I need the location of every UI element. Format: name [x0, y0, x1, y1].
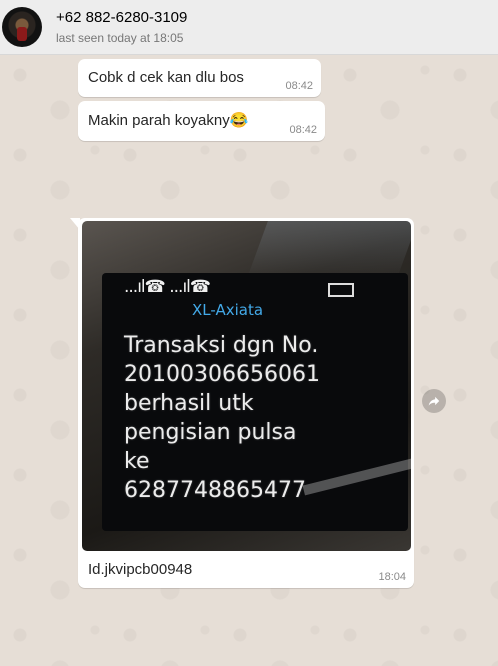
operator-name: XL-Axiata	[192, 301, 264, 319]
photo-caption: Id.jkvipcb00948	[88, 561, 193, 578]
contact-avatar[interactable]	[2, 7, 42, 47]
image-message-bubble[interactable]: ...ıl☎ ...ıl☎ XL-Axiata Transaksi dgn No…	[70, 218, 414, 588]
message-time: 08:42	[285, 80, 313, 92]
contact-info[interactable]: +62 882-6280-3109 last seen today at 18:…	[56, 8, 187, 46]
message-bubble[interactable]: Makin parah koyakny😂 08:42	[78, 101, 325, 141]
last-seen-status: last seen today at 18:05	[56, 31, 184, 45]
chat-header[interactable]: +62 882-6280-3109 last seen today at 18:…	[0, 0, 498, 55]
message-time: 08:42	[289, 124, 317, 136]
forward-button[interactable]	[422, 389, 446, 413]
forward-arrow-icon	[428, 396, 440, 406]
message-photo[interactable]: ...ıl☎ ...ıl☎ XL-Axiata Transaksi dgn No…	[82, 221, 411, 551]
battery-icon	[328, 283, 354, 297]
message-text: Cobk d cek kan dlu bos	[88, 69, 244, 86]
signal-indicators: ...ıl☎ ...ıl☎	[124, 277, 211, 297]
photo-glare	[246, 221, 411, 281]
message-bubble[interactable]: Cobk d cek kan dlu bos 08:42	[78, 59, 321, 97]
message-time: 18:04	[378, 571, 406, 583]
message-text: Makin parah koyakny😂	[88, 112, 249, 129]
contact-name: +62 882-6280-3109	[56, 9, 188, 26]
